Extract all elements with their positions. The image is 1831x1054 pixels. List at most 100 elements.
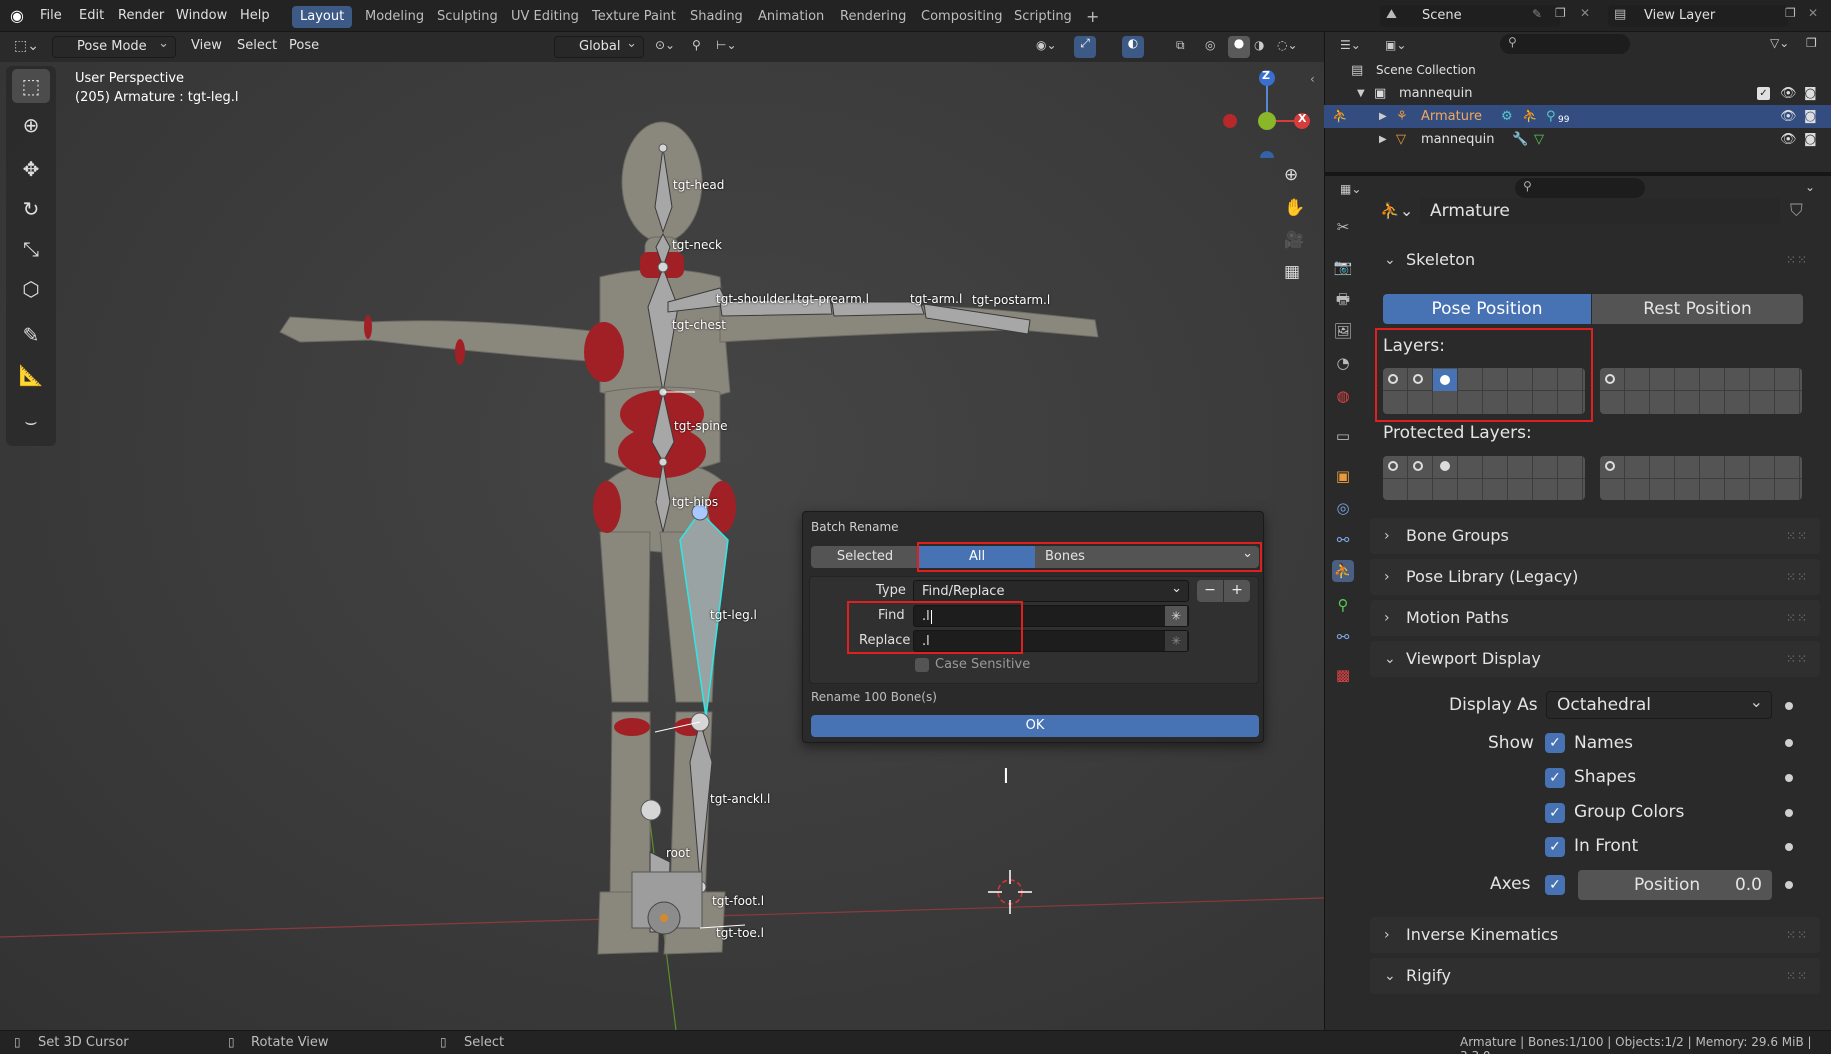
outliner-search-input[interactable]: ⚲ — [1500, 34, 1630, 54]
tab-layout[interactable]: Layout — [292, 6, 353, 28]
eye-icon[interactable]: 👁 — [1780, 105, 1797, 128]
protected-layer-toggle-3[interactable] — [1440, 461, 1450, 471]
tab-texture-paint[interactable]: Texture Paint — [584, 6, 684, 28]
physics-tab-icon[interactable]: ◎ — [1332, 497, 1354, 519]
tab-scripting[interactable]: Scripting — [1006, 6, 1080, 28]
tab-animation[interactable]: Animation — [750, 6, 832, 28]
new-collection-icon[interactable]: ❐ — [1806, 36, 1817, 50]
names-checkbox[interactable]: ✓ — [1545, 733, 1565, 753]
menu-help[interactable]: Help — [240, 8, 270, 23]
fake-user-shield-icon[interactable]: ⛉ — [1790, 201, 1803, 221]
axes-position-field[interactable]: Position 0.0 — [1578, 870, 1772, 900]
snap-icon[interactable]: ⚲ — [692, 38, 701, 52]
display-as-dropdown[interactable]: Octahedral ⌄ — [1546, 691, 1772, 719]
menu-pose[interactable]: Pose — [289, 38, 319, 53]
view-layer-selector[interactable]: ▤ View Layer — [1608, 5, 1788, 27]
editor-type-icon[interactable]: ⬚⌄ — [14, 38, 39, 54]
type-dropdown[interactable]: Find/Replace ⌄ — [913, 580, 1189, 602]
properties-search-input[interactable]: ⚲ — [1515, 178, 1645, 198]
delete-scene-icon[interactable]: ✕ — [1580, 6, 1590, 20]
pin-icon[interactable]: ✎ — [1532, 7, 1542, 21]
drag-grip-icon[interactable]: ⁙⁙ — [1786, 641, 1808, 677]
pivot-icon[interactable]: ⊙⌄ — [655, 38, 675, 52]
outliner-editor-icon[interactable]: ☰⌄ — [1340, 38, 1361, 52]
armature-data-tab-icon[interactable]: ⛹ — [1332, 560, 1354, 582]
drag-grip-icon[interactable]: ⁙⁙ — [1786, 917, 1808, 953]
menu-edit[interactable]: Edit — [79, 8, 104, 23]
animate-property-dot[interactable] — [1785, 843, 1793, 851]
drag-grip-icon[interactable]: ⁙⁙ — [1786, 242, 1808, 278]
animate-property-dot[interactable] — [1785, 739, 1793, 747]
layer-toggle-17[interactable] — [1605, 374, 1615, 384]
tab-sculpting[interactable]: Sculpting — [429, 6, 506, 28]
exclude-checkbox-icon[interactable]: ✓ — [1757, 87, 1770, 100]
protected-layers-grid-right[interactable] — [1600, 456, 1802, 500]
expand-arrow-icon[interactable]: ▶ — [1379, 105, 1387, 128]
world-tab-icon[interactable]: ◍ — [1332, 385, 1354, 407]
measure-tool-icon[interactable]: 📐 — [12, 358, 50, 392]
replace-regex-icon[interactable]: ✳ — [1165, 631, 1187, 651]
ortho-grid-icon[interactable]: ▦ — [1284, 262, 1300, 282]
tab-uv-editing[interactable]: UV Editing — [503, 6, 587, 28]
rendered-shading-icon[interactable]: ◌⌄ — [1277, 38, 1298, 52]
cursor-tool-icon[interactable]: ⊕ — [12, 108, 50, 142]
case-sensitive-checkbox[interactable] — [915, 658, 929, 672]
eye-icon[interactable]: 👁 — [1780, 128, 1797, 151]
layer-toggle-3-active[interactable] — [1433, 369, 1457, 391]
ok-button[interactable]: OK — [811, 715, 1259, 737]
group-colors-checkbox[interactable]: ✓ — [1545, 803, 1565, 823]
panel-divider[interactable] — [1324, 172, 1831, 176]
add-workspace-button[interactable]: + — [1078, 6, 1107, 28]
annotate-tool-icon[interactable]: ✎ — [12, 318, 50, 352]
drag-grip-icon[interactable]: ⁙⁙ — [1786, 958, 1808, 994]
gizmo-icon[interactable]: ⤢ — [1074, 36, 1096, 58]
overlays-icon[interactable]: ◐ — [1122, 36, 1144, 58]
properties-editor-icon[interactable]: ▦⌄ — [1340, 182, 1361, 196]
camera-render-icon[interactable]: ◙ — [1804, 82, 1817, 105]
new-view-layer-icon[interactable]: ❐ — [1785, 6, 1796, 20]
view-layer-tab-icon[interactable]: 🖼 — [1332, 320, 1354, 342]
section-pose-library[interactable]: › Pose Library (Legacy) ⁙⁙ — [1370, 559, 1820, 595]
visibility-icon[interactable]: ◉⌄ — [1036, 38, 1057, 52]
outliner-scene-collection[interactable]: ▤ Scene Collection — [1324, 59, 1831, 82]
tab-compositing[interactable]: Compositing — [913, 6, 1011, 28]
texture-tab-icon[interactable]: ▩ — [1332, 664, 1354, 686]
outliner-item-mannequin-collection[interactable]: ▼ ▣ mannequin ✓ 👁 ◙ — [1324, 82, 1831, 105]
pose-position-button[interactable]: Pose Position — [1383, 294, 1591, 324]
display-mode-icon[interactable]: ▣⌄ — [1385, 38, 1406, 52]
material-shading-icon[interactable]: ◑ — [1254, 38, 1264, 52]
protected-layer-toggle-2[interactable] — [1413, 461, 1423, 471]
new-scene-icon[interactable]: ❐ — [1555, 6, 1566, 20]
drag-grip-icon[interactable]: ⁙⁙ — [1786, 559, 1808, 595]
menu-file[interactable]: File — [40, 8, 62, 23]
section-viewport-display[interactable]: ⌄ Viewport Display ⁙⁙ — [1370, 641, 1820, 677]
pose-relax-tool-icon[interactable]: ⌣ — [12, 404, 50, 438]
constraints-tab-icon[interactable]: ⚯ — [1332, 529, 1354, 551]
protected-layer-toggle-1[interactable] — [1388, 461, 1398, 471]
camera-view-icon[interactable]: 🎥 — [1284, 230, 1304, 249]
rotate-tool-icon[interactable]: ↻ — [12, 192, 50, 226]
expand-arrow-icon[interactable]: ▼ — [1357, 82, 1365, 105]
xray-icon[interactable]: ⧉ — [1176, 38, 1185, 53]
eye-icon[interactable]: 👁 — [1780, 82, 1797, 105]
tab-modeling[interactable]: Modeling — [357, 6, 432, 28]
section-bone-groups[interactable]: › Bone Groups ⁙⁙ — [1370, 518, 1820, 554]
properties-options-icon[interactable]: ⌄ — [1805, 180, 1815, 194]
wireframe-shading-icon[interactable]: ◎ — [1205, 38, 1215, 52]
zoom-icon[interactable]: ⊕ — [1284, 165, 1298, 185]
collection-tab-icon[interactable]: ▭ — [1332, 425, 1354, 447]
layers-grid-right[interactable] — [1600, 368, 1802, 414]
scene-selector[interactable]: ⛰ Scene ✎ — [1380, 5, 1560, 27]
delete-view-layer-icon[interactable]: ✕ — [1808, 6, 1818, 20]
menu-window[interactable]: Window — [176, 8, 227, 23]
camera-render-icon[interactable]: ◙ — [1804, 128, 1817, 151]
shapes-checkbox[interactable]: ✓ — [1545, 768, 1565, 788]
axes-checkbox[interactable]: ✓ — [1545, 875, 1565, 895]
snap-target-icon[interactable]: ⊢⌄ — [716, 38, 737, 52]
move-tool-icon[interactable]: ✥ — [12, 152, 50, 186]
section-skeleton[interactable]: ⌄ Skeleton ⁙⁙ — [1370, 242, 1820, 278]
drag-grip-icon[interactable]: ⁙⁙ — [1786, 518, 1808, 554]
camera-render-icon[interactable]: ◙ — [1804, 105, 1817, 128]
drag-grip-icon[interactable]: ⁙⁙ — [1786, 600, 1808, 636]
orientation-dropdown[interactable]: Global — [554, 34, 644, 58]
